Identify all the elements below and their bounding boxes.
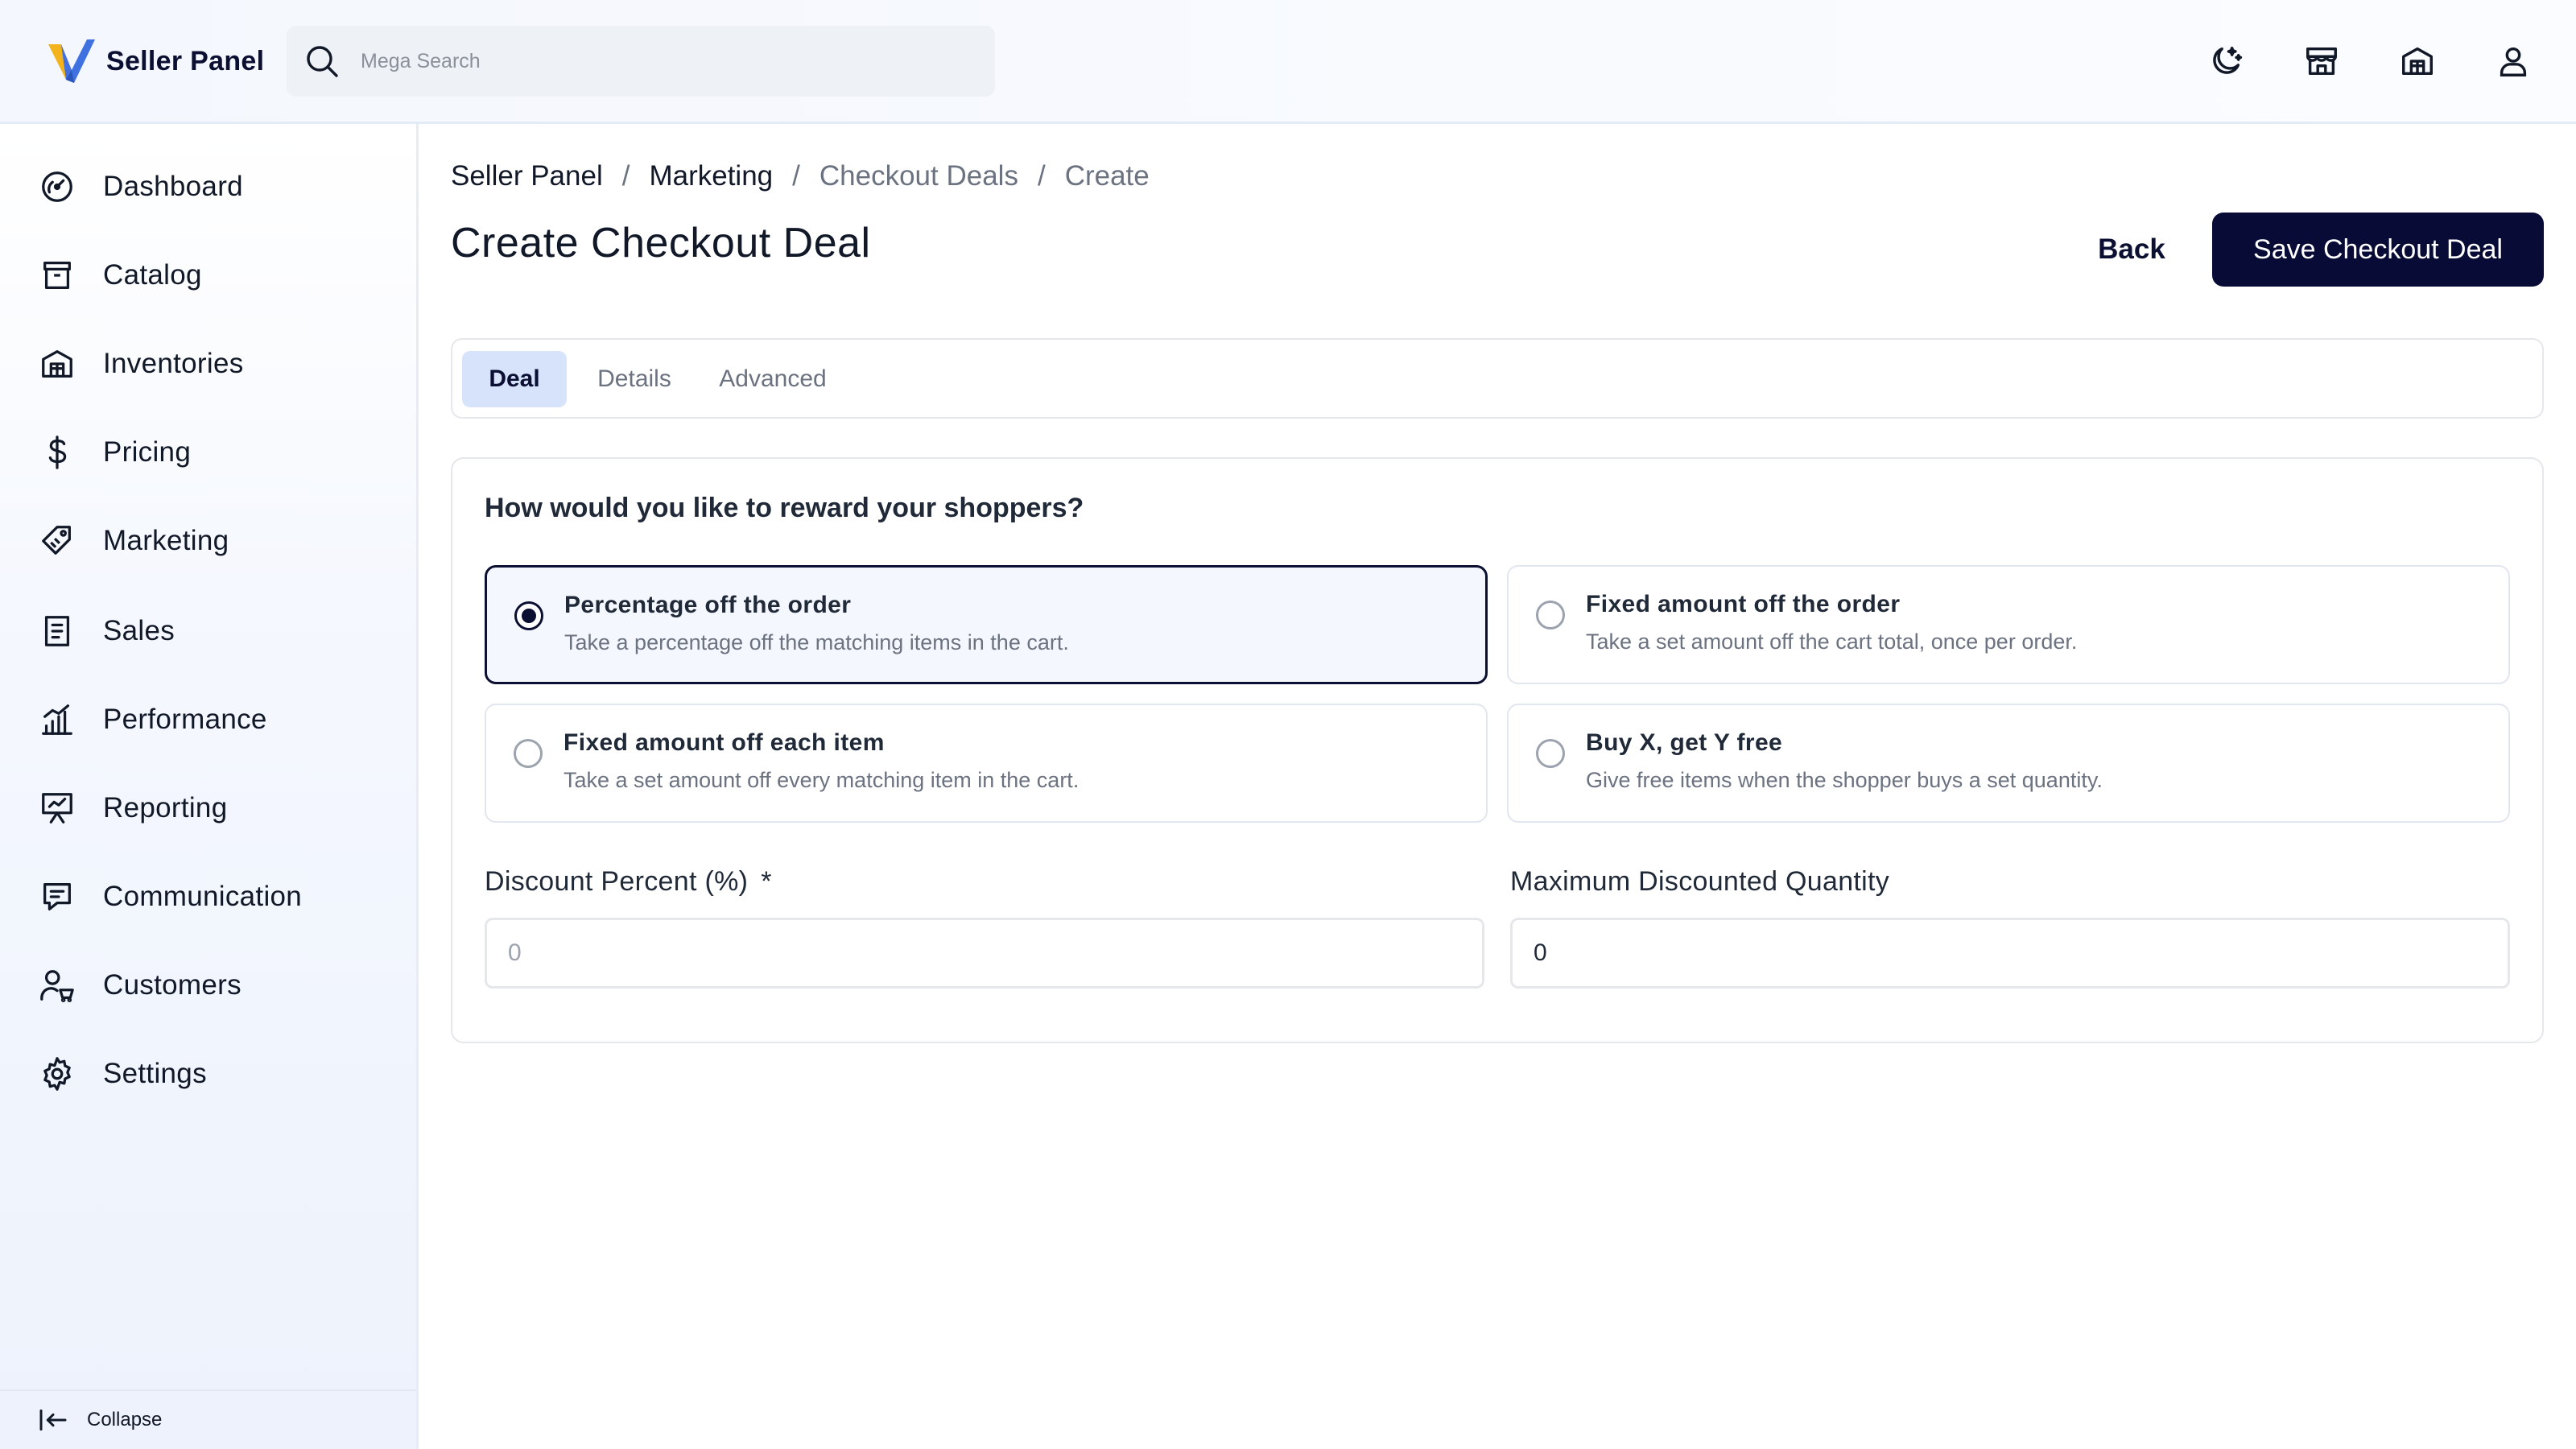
sidebar-item-label: Marketing [103, 525, 229, 556]
customers-icon [40, 970, 74, 1002]
warehouse-button[interactable] [2393, 37, 2442, 85]
option-title: Percentage off the order [564, 592, 852, 618]
discount-percent-input[interactable] [485, 918, 1484, 989]
tags-icon [42, 526, 71, 555]
option-description: Take a set amount off the cart total, on… [1586, 630, 2078, 654]
tab-advanced[interactable]: Advanced [704, 351, 842, 407]
option-title: Fixed amount off the order [1586, 591, 1901, 617]
sidebar-item-pricing[interactable]: Pricing [39, 427, 393, 478]
option-fixed-amount-off-order[interactable]: Fixed amount off the order Take a set am… [1507, 565, 2510, 684]
sidebar-item-marketing[interactable]: Marketing [39, 515, 393, 567]
sidebar: Dashboard Catalog Inventories Pricing Ma… [0, 124, 419, 1449]
option-title: Fixed amount off each item [564, 729, 885, 756]
option-description: Take a set amount off every matching ite… [564, 768, 1080, 792]
presentation-icon [42, 793, 72, 824]
breadcrumb-separator: / [792, 160, 800, 192]
brand-name: Seller Panel [106, 45, 265, 76]
max-discounted-quantity-label: Maximum Discounted Quantity [1510, 866, 1890, 897]
option-buy-x-get-y-free[interactable]: Buy X, get Y free Give free items when t… [1507, 704, 2510, 823]
discount-percent-label-text: Discount Percent (%) [485, 866, 749, 897]
back-button[interactable]: Back [2075, 219, 2188, 280]
sidebar-item-performance[interactable]: Performance [39, 694, 393, 745]
discount-percent-label: Discount Percent (%) * [485, 866, 772, 898]
tab-details[interactable]: Details [583, 351, 686, 407]
sidebar-item-label: Sales [103, 615, 175, 646]
tab-deal[interactable]: Deal [462, 351, 567, 407]
moon-icon [2213, 46, 2243, 74]
sidebar-item-settings[interactable]: Settings [39, 1048, 393, 1100]
option-fixed-amount-off-each-item[interactable]: Fixed amount off each item Take a set am… [485, 704, 1488, 823]
breadcrumb-item-checkout-deals[interactable]: Checkout Deals [819, 160, 1018, 192]
sidebar-item-label: Dashboard [103, 171, 243, 202]
sidebar-item-label: Catalog [103, 259, 202, 291]
breadcrumb: Seller Panel / Marketing / Checkout Deal… [451, 156, 1150, 196]
brand[interactable]: Seller Panel [45, 32, 264, 90]
theme-toggle-button[interactable] [2202, 37, 2250, 85]
radio-button[interactable] [1536, 601, 1565, 630]
breadcrumb-item-seller-panel[interactable]: Seller Panel [451, 160, 603, 192]
search-input[interactable] [361, 49, 995, 73]
sidebar-item-sales[interactable]: Sales [39, 605, 393, 657]
warehouse-icon [2402, 47, 2433, 76]
sidebar-item-catalog[interactable]: Catalog [39, 250, 393, 301]
radio-button[interactable] [514, 739, 543, 768]
breadcrumb-separator: / [621, 160, 630, 192]
sidebar-item-customers[interactable]: Customers [39, 960, 393, 1011]
option-description: Give free items when the shopper buys a … [1586, 768, 2103, 792]
breadcrumb-separator: / [1037, 160, 1046, 192]
tab-bar: Deal Details Advanced [451, 338, 2544, 419]
sidebar-item-label: Inventories [103, 348, 244, 379]
reward-question: How would you like to reward your shoppe… [485, 493, 1084, 523]
store-button[interactable] [2297, 37, 2346, 85]
option-title: Buy X, get Y free [1586, 729, 1783, 756]
sidebar-item-dashboard[interactable]: Dashboard [39, 161, 393, 213]
sidebar-item-reporting[interactable]: Reporting [39, 782, 393, 834]
brand-logo-icon [48, 39, 95, 83]
breadcrumb-item-marketing[interactable]: Marketing [649, 160, 773, 192]
profile-button[interactable] [2489, 37, 2537, 85]
sidebar-item-communication[interactable]: Communication [39, 871, 393, 923]
user-icon [2500, 47, 2527, 76]
save-checkout-deal-button[interactable]: Save Checkout Deal [2212, 213, 2544, 287]
sidebar-item-label: Pricing [103, 436, 192, 468]
max-discounted-quantity-input[interactable] [1510, 918, 2510, 989]
inventory-building-icon [42, 350, 72, 378]
deal-form-card: How would you like to reward your shoppe… [451, 457, 2544, 1043]
bar-chart-icon [42, 704, 72, 735]
gear-icon [43, 1057, 71, 1091]
option-percentage-off-order[interactable]: Percentage off the order Take a percenta… [485, 565, 1488, 684]
sidebar-item-inventories[interactable]: Inventories [39, 338, 393, 390]
breadcrumb-item-create: Create [1064, 160, 1150, 192]
mega-search[interactable] [287, 26, 995, 97]
dollar-icon [48, 436, 67, 469]
sidebar-item-label: Communication [103, 881, 303, 912]
collapse-sidebar-button[interactable]: Collapse [0, 1389, 416, 1449]
catalog-box-icon [43, 262, 71, 289]
radio-button[interactable] [514, 601, 543, 630]
collapse-arrow-icon [39, 1409, 67, 1431]
sidebar-item-label: Settings [103, 1058, 207, 1089]
sidebar-item-label: Performance [103, 704, 267, 735]
option-description: Take a percentage off the matching items… [564, 630, 1069, 654]
page-title: Create Checkout Deal [451, 220, 871, 266]
sidebar-item-label: Reporting [103, 792, 228, 824]
top-header: Seller Panel [0, 0, 2576, 124]
header-actions [2154, 37, 2537, 85]
sidebar-item-label: Customers [103, 969, 242, 1001]
collapse-label: Collapse [87, 1409, 163, 1430]
store-icon [2306, 47, 2337, 76]
dashboard-gauge-icon [42, 171, 72, 202]
required-mark: * [761, 866, 772, 897]
chat-icon [43, 883, 71, 910]
radio-button[interactable] [1536, 739, 1565, 768]
search-icon [307, 46, 338, 77]
receipt-icon [44, 616, 70, 646]
